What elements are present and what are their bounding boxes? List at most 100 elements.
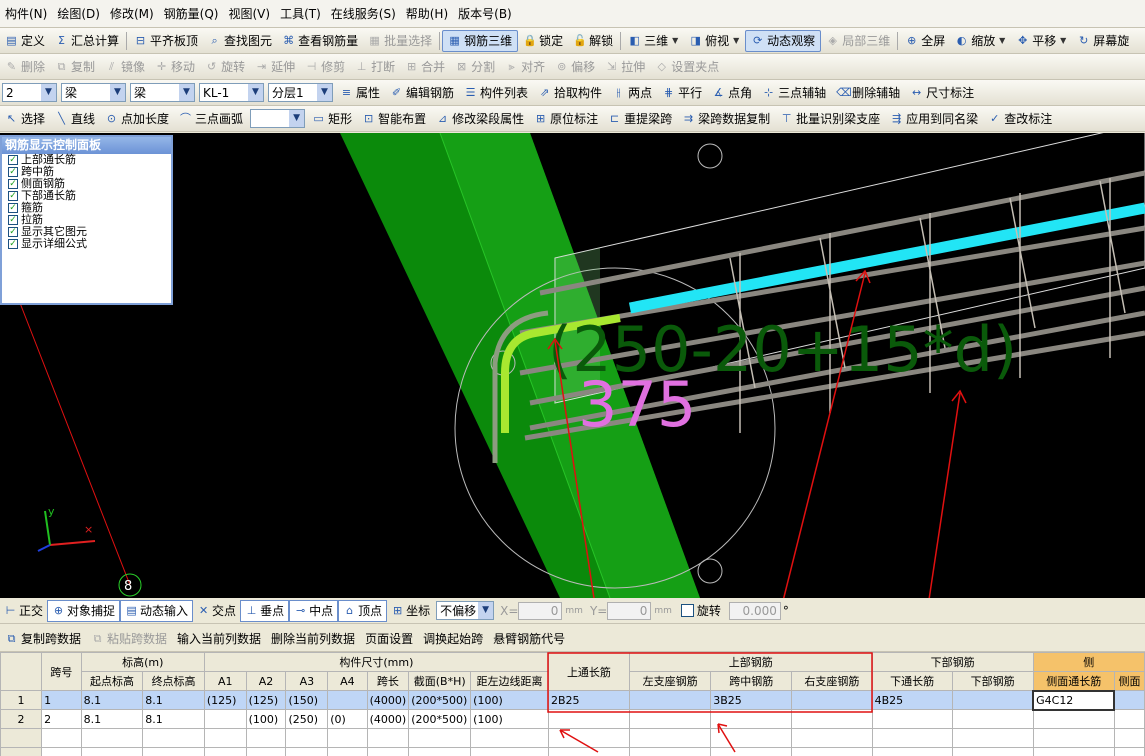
parallel-button[interactable]: ⋕ 平行 (657, 82, 707, 104)
table-toolbar-button[interactable]: 页面设置 (360, 630, 418, 647)
copy-button[interactable]: ⧉ 复制 (50, 56, 100, 78)
table-toolbar-button[interactable]: 输入当前列数据 (172, 630, 266, 647)
table-toolbar-button[interactable]: 悬臂钢筋代号 (488, 630, 570, 647)
pick-button[interactable]: ⇗ 拾取构件 (533, 82, 607, 104)
toolbar-select[interactable]: KL-1 ▼ (199, 83, 264, 102)
dimension-button[interactable]: ↔ 尺寸标注 (905, 82, 979, 104)
re-extract-button[interactable]: ⊏ 重提梁跨 (603, 108, 677, 130)
table-toolbar-button[interactable]: 调换起始跨 (418, 630, 488, 647)
coord-input[interactable]: 0 (518, 601, 563, 620)
fullscreen-button[interactable]: ⊕ 全屏 (900, 30, 950, 52)
dynamic-input-button[interactable]: ▤ 动态输入 (120, 599, 194, 622)
define-button[interactable]: ▤ 定义 (0, 30, 50, 52)
3d-button[interactable]: ◧ 三维 ▼ (623, 30, 684, 52)
find-button[interactable]: ⌕ 查找图元 (203, 30, 277, 52)
zoom-button[interactable]: ◐ 缩放 ▼ (950, 30, 1011, 52)
screen-rotate-button[interactable]: ↻ 屏幕旋 (1072, 30, 1134, 52)
menu-item[interactable]: 工具(T) (275, 0, 326, 27)
extend-button[interactable]: ⇥ 延伸 (250, 56, 300, 78)
rebar-3d-button[interactable]: ▦ 钢筋三维 (442, 29, 519, 52)
smart-layout-button[interactable]: ⊡ 智能布置 (357, 108, 431, 130)
component-list-button[interactable]: ☰ 构件列表 (459, 82, 533, 104)
rotate-button[interactable]: ↺ 旋转 (200, 56, 250, 78)
menu-item[interactable]: 绘图(D) (52, 0, 105, 27)
menu-item[interactable]: 版本号(B) (453, 0, 517, 27)
orbit-handle-bottom[interactable] (697, 558, 723, 584)
point-angle-button[interactable]: ∡ 点角 (707, 82, 757, 104)
span-attr-button[interactable]: ⊿ 修改梁段属性 (431, 108, 529, 130)
check-label-button[interactable]: ✓ 查改标注 (983, 108, 1057, 130)
apply-same-button[interactable]: ⇶ 应用到同名梁 (885, 108, 983, 130)
select-button[interactable]: ↖ 选择 (0, 108, 50, 130)
toolbar-select[interactable]: 梁 ▼ (61, 83, 126, 102)
top-view-button[interactable]: ◨ 俯视 ▼ (684, 30, 745, 52)
delete-button[interactable]: ✎ 删除 (0, 56, 50, 78)
three-point-axis-button[interactable]: ⊹ 三点辅轴 (757, 82, 831, 104)
midpoint-button[interactable]: ⊸ 中点 (289, 599, 339, 622)
checkbox-checked[interactable]: ✓ (8, 239, 18, 249)
merge-button[interactable]: ⊞ 合并 (400, 56, 450, 78)
pan-button[interactable]: ✥ 平移 ▼ (1011, 30, 1072, 52)
align-slab-button[interactable]: ⊟ 平齐板顶 (129, 30, 203, 52)
two-point-button[interactable]: ⫲ 两点 (607, 82, 657, 104)
offset-select[interactable]: 不偏移 ▼ (436, 601, 495, 620)
rotate-input[interactable]: 0.000 (728, 601, 781, 620)
edit-rebar-button[interactable]: ✐ 编辑钢筋 (385, 82, 459, 104)
coordinate-button[interactable]: ⊞ 坐标 (387, 600, 434, 622)
orbit-handle-top[interactable] (697, 143, 723, 169)
menu-item[interactable]: 视图(V) (223, 0, 275, 27)
vertex-button[interactable]: ⌂ 顶点 (338, 599, 388, 622)
table-toolbar-button[interactable]: 删除当前列数据 (266, 630, 360, 647)
point-length-button[interactable]: ⊙ 点加长度 (100, 108, 174, 130)
checkbox-checked[interactable]: ✓ (8, 167, 18, 177)
delete-axis-button[interactable]: ⌫ 删除辅轴 (831, 82, 905, 104)
stretch-button[interactable]: ⇲ 拉伸 (600, 56, 650, 78)
view-rebar-button[interactable]: ⌘ 查看钢筋量 (277, 30, 363, 52)
mirror-button[interactable]: ⫽ 镜像 (100, 56, 150, 78)
sigma-button[interactable]: Σ 汇总计算 (50, 30, 124, 52)
unlock-button[interactable]: 🔓 解锁 (568, 30, 618, 52)
rotate-checkbox[interactable] (680, 604, 694, 617)
table-toolbar-button[interactable]: ⧉ 复制跨数据 (0, 630, 86, 647)
menu-item[interactable]: 构件(N) (0, 0, 52, 27)
menu-item[interactable]: 钢筋量(Q) (159, 0, 224, 27)
checkbox-checked[interactable]: ✓ (8, 191, 18, 201)
move-button[interactable]: ✛ 移动 (150, 56, 200, 78)
coord-input[interactable]: 0 (607, 601, 652, 620)
checkbox-checked[interactable]: ✓ (8, 179, 18, 189)
break-button[interactable]: ⊥ 打断 (350, 56, 400, 78)
grip-button[interactable]: ◇ 设置夹点 (650, 56, 724, 78)
trim-button[interactable]: ⊣ 修剪 (300, 56, 350, 78)
split-button[interactable]: ⊠ 分割 (450, 56, 500, 78)
batch-support-button[interactable]: ⊤ 批量识别梁支座 (775, 108, 885, 130)
toolbar-select[interactable]: 分层1 ▼ (268, 83, 333, 102)
copy-span-button[interactable]: ⇉ 梁跨数据复制 (677, 108, 775, 130)
properties-button[interactable]: ≡ 属性 (335, 82, 385, 104)
ortho-button[interactable]: ⊢ 正交 (0, 600, 47, 622)
toolbar-select[interactable]: 2 ▼ (2, 83, 57, 102)
batch-select-button[interactable]: ▦ 批量选择 (363, 30, 437, 52)
perpendicular-button[interactable]: ⊥ 垂点 (240, 599, 290, 622)
checkbox-checked[interactable]: ✓ (8, 203, 18, 213)
checkbox-checked[interactable]: ✓ (8, 227, 18, 237)
original-label-button[interactable]: ⊞ 原位标注 (529, 108, 603, 130)
table-toolbar-button[interactable]: ⧉ 粘贴跨数据 (86, 630, 172, 647)
arc-mode-select[interactable]: ▼ (250, 109, 306, 128)
offset-button[interactable]: ⊚ 偏移 (550, 56, 600, 78)
arc-button[interactable]: ⌒ 三点画弧 (174, 108, 248, 130)
dynamic-view-button[interactable]: ⟳ 动态观察 (745, 29, 822, 52)
lock-button[interactable]: 🔒 锁定 (518, 30, 568, 52)
checkbox-checked[interactable]: ✓ (8, 155, 18, 165)
rectangle-button[interactable]: ▭ 矩形 (307, 108, 357, 130)
toolbar-select[interactable]: 梁 ▼ (130, 83, 195, 102)
checkbox-checked[interactable]: ✓ (8, 215, 18, 225)
menu-item[interactable]: 在线服务(S) (326, 0, 401, 27)
object-snap-button[interactable]: ⊕ 对象捕捉 (47, 599, 121, 622)
panel-item[interactable]: ✓ 显示详细公式 (2, 238, 171, 250)
menu-item[interactable]: 帮助(H) (401, 0, 453, 27)
local-3d-button[interactable]: ◈ 局部三维 (821, 30, 895, 52)
align-button[interactable]: ⫸ 对齐 (500, 56, 550, 78)
line-button[interactable]: ╲ 直线 (50, 108, 100, 130)
intersection-button[interactable]: ✕ 交点 (193, 600, 240, 622)
menu-item[interactable]: 修改(M) (105, 0, 159, 27)
